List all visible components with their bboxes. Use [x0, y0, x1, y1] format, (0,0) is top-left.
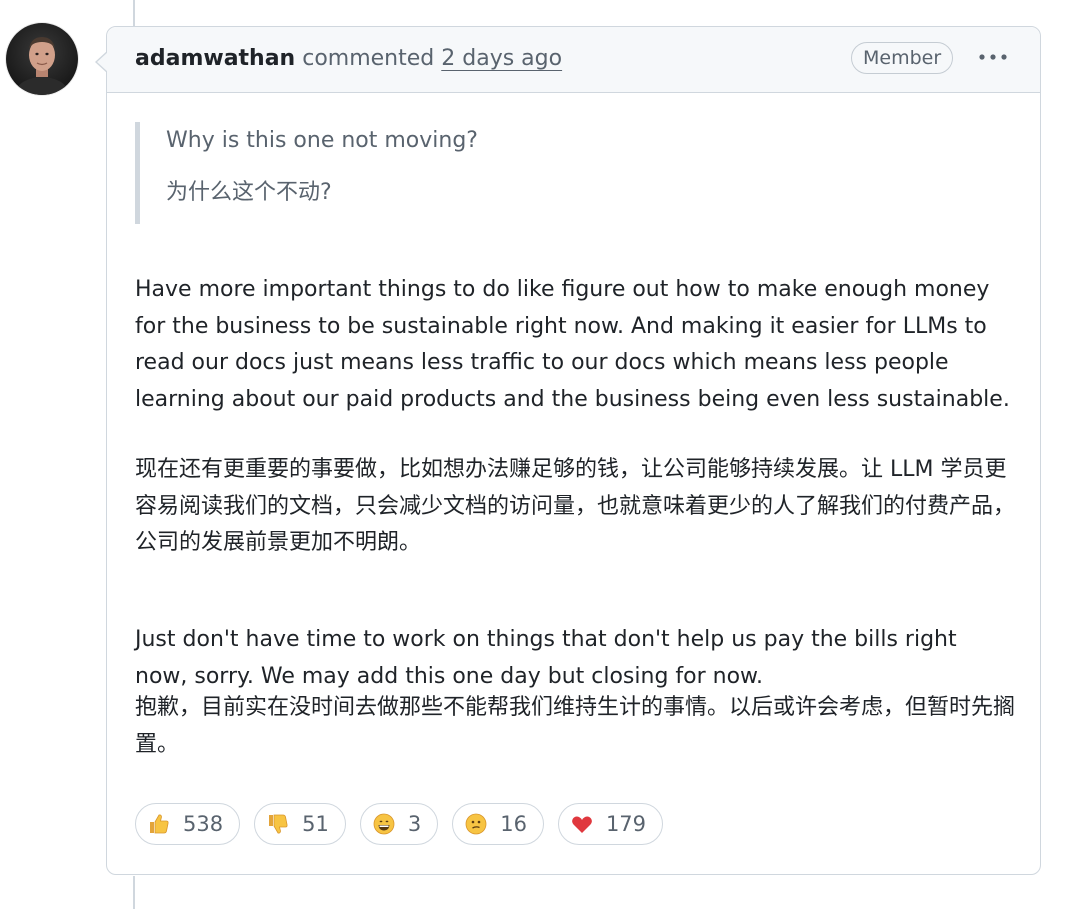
- comment-header: adamwathan commented 2 days ago Member: [107, 27, 1040, 93]
- avatar[interactable]: [6, 23, 78, 95]
- quoted-reply: Why is this one not moving? 为什么这个不动?: [135, 122, 1015, 224]
- thumbs-up-icon: [147, 812, 171, 836]
- comment-header-text: adamwathan commented 2 days ago: [135, 44, 562, 74]
- timeline-line-top: [133, 0, 135, 26]
- reaction-laugh-button[interactable]: 3: [359, 803, 439, 845]
- reaction-count: 51: [302, 812, 329, 836]
- heart-icon: [570, 812, 594, 836]
- kebab-horizontal-icon: [979, 54, 1007, 60]
- body-paragraph: 现在还有更重要的事要做，比如想办法赚足够的钱，让公司能够持续发展。让 LLM 学…: [135, 457, 1016, 556]
- reaction-count: 179: [605, 812, 647, 836]
- reaction-count: 16: [500, 812, 527, 836]
- thumbs-down-icon: [266, 812, 290, 836]
- timeline-line-bottom: [133, 876, 135, 909]
- body-paragraph: Have more important things to do like fi…: [135, 277, 1010, 412]
- quote-line: 为什么这个不动?: [166, 180, 332, 205]
- reaction-count: 3: [407, 812, 422, 836]
- reaction-count: 538: [183, 812, 224, 836]
- body-paragraph: Just don't have time to work on things t…: [135, 627, 957, 689]
- reactions-bar: 538 51 3 16 179: [135, 803, 664, 845]
- reaction-confused-button[interactable]: 16: [452, 803, 544, 845]
- member-badge: Member: [851, 42, 954, 74]
- reaction-thumbs-up-button[interactable]: 538: [135, 803, 241, 845]
- quote-line: Why is this one not moving?: [166, 128, 478, 153]
- reaction-thumbs-down-button[interactable]: 51: [254, 803, 346, 845]
- author-link[interactable]: adamwathan: [135, 46, 295, 71]
- reaction-heart-button[interactable]: 179: [557, 803, 664, 845]
- comment-body: Why is this one not moving? 为什么这个不动? Hav…: [135, 122, 1015, 757]
- comment-card: adamwathan commented 2 days ago Member W…: [95, 26, 1041, 875]
- laugh-icon: [372, 812, 396, 836]
- kebab-menu-button[interactable]: [975, 41, 1011, 73]
- body-paragraph: 抱歉，目前实在没时间去做那些不能帮我们维持生计的事情。以后或许会考虑，但暂时先搁…: [135, 695, 1016, 757]
- confused-icon: [464, 812, 488, 836]
- timestamp-link[interactable]: 2 days ago: [441, 46, 562, 71]
- comment-action: commented: [302, 46, 435, 71]
